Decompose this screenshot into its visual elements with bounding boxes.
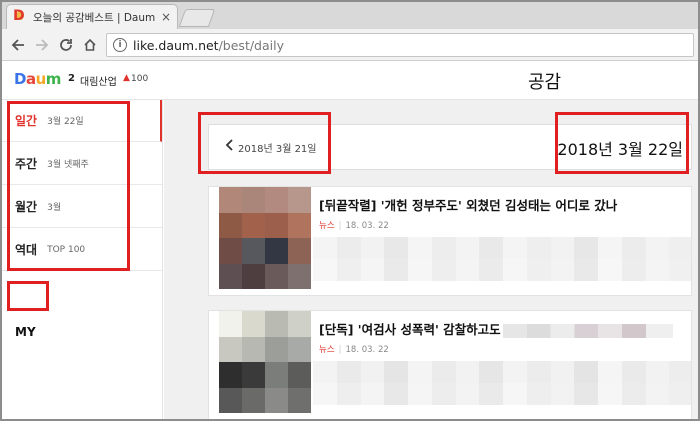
forward-button[interactable] bbox=[32, 35, 52, 55]
home-button[interactable] bbox=[80, 35, 100, 55]
sidebar-item-label: 일간 bbox=[15, 114, 38, 128]
article-card[interactable]: [뒤끝작렬] '개헌 정부주도' 외쳤던 김성태는 어디로 갔나 뉴스 | 18. … bbox=[208, 186, 692, 296]
rank-up-icon: ▲ bbox=[123, 73, 130, 83]
browser-toolbar: i like.daum.net /best/daily bbox=[2, 29, 698, 61]
home-icon bbox=[84, 38, 96, 51]
sidebar-item-sub: 3월 22일 bbox=[47, 117, 84, 127]
address-path: /best/daily bbox=[218, 37, 284, 53]
browser-tab[interactable]: D 오늘의 공감베스트 | Daum × bbox=[6, 4, 178, 29]
sidebar-item-sub: 3월 넷째주 bbox=[47, 160, 89, 170]
reload-button[interactable] bbox=[56, 35, 76, 55]
article-date: 18. 03. 22 bbox=[345, 221, 389, 231]
sidebar-item-daily[interactable]: 일간 3월 22일 bbox=[2, 100, 162, 142]
article-meta: 뉴스 | 18. 03. 22 bbox=[319, 221, 389, 231]
sidebar-item-monthly[interactable]: 월간 3월 bbox=[2, 186, 162, 228]
prev-date-link[interactable]: 2018년 3월 21일 bbox=[225, 139, 317, 155]
page-title: 공감 bbox=[528, 72, 562, 93]
prev-date-label: 2018년 3월 21일 bbox=[238, 143, 317, 155]
article-thumbnail[interactable] bbox=[219, 187, 311, 289]
address-host: like.daum.net bbox=[133, 37, 219, 53]
realtime-rank-keyword[interactable]: 대림산업 bbox=[80, 73, 117, 88]
article-meta: 뉴스 | 18. 03. 22 bbox=[319, 345, 389, 355]
chevron-left-icon bbox=[225, 139, 234, 155]
sidebar-item-my[interactable]: MY bbox=[15, 325, 36, 339]
article-date: 18. 03. 22 bbox=[345, 345, 389, 355]
period-sidebar: 일간 3월 22일 주간 3월 넷째주 월간 3월 역대 TOP 100 MY bbox=[2, 100, 163, 419]
back-button[interactable] bbox=[8, 35, 28, 55]
daum-favicon-icon: D bbox=[13, 8, 25, 24]
sidebar-item-label: 역대 bbox=[15, 243, 38, 257]
article-card[interactable]: [단독] '여검사 성폭력' 감찰하고도 뉴스 | 18. 03. 22 bbox=[208, 310, 692, 419]
arrow-left-icon bbox=[11, 39, 24, 51]
info-icon[interactable]: i bbox=[113, 38, 127, 52]
article-category[interactable]: 뉴스 bbox=[319, 345, 335, 355]
screenshot-frame: D 오늘의 공감베스트 | Daum × i like.daum.net /be… bbox=[0, 0, 700, 421]
tab-close-icon[interactable]: × bbox=[161, 10, 171, 24]
rank-change-value: 100 bbox=[131, 74, 149, 84]
sidebar-item-label: 월간 bbox=[15, 200, 38, 214]
sidebar-item-label: 주간 bbox=[15, 157, 38, 171]
sidebar-item-alltime[interactable]: 역대 TOP 100 bbox=[2, 229, 162, 271]
site-header: Daum 2 대림산업 ▲ 100 공감 bbox=[2, 62, 698, 100]
arrow-right-icon bbox=[36, 39, 49, 51]
article-title[interactable]: [뒤끝작렬] '개헌 정부주도' 외쳤던 김성태는 어디로 갔나 bbox=[319, 195, 617, 214]
article-category[interactable]: 뉴스 bbox=[319, 221, 335, 231]
blurred-preview bbox=[313, 237, 691, 281]
daum-logo[interactable]: Daum bbox=[14, 70, 61, 88]
web-page: Daum 2 대림산업 ▲ 100 공감 일간 3월 22일 주간 3월 넷째주… bbox=[2, 62, 698, 419]
main-content: 2018년 3월 21일 2018년 3월 22일 [뒤끝작렬] '개헌 정부주… bbox=[164, 100, 698, 419]
sidebar-item-sub: TOP 100 bbox=[47, 244, 86, 255]
sidebar-item-sub: 3월 bbox=[47, 203, 62, 213]
browser-tab-strip: D 오늘의 공감베스트 | Daum × bbox=[2, 2, 698, 29]
tab-title: 오늘의 공감베스트 | Daum bbox=[33, 11, 156, 24]
article-thumbnail[interactable] bbox=[219, 311, 311, 413]
blurred-preview bbox=[313, 361, 691, 405]
address-bar[interactable]: i like.daum.net /best/daily bbox=[106, 33, 694, 57]
sidebar-item-weekly[interactable]: 주간 3월 넷째주 bbox=[2, 143, 162, 185]
reload-icon bbox=[60, 39, 72, 51]
blurred-title-fragment bbox=[502, 323, 673, 338]
date-navigation: 2018년 3월 21일 2018년 3월 22일 bbox=[208, 124, 692, 170]
current-date: 2018년 3월 22일 bbox=[557, 140, 683, 159]
realtime-rank-number: 2 bbox=[68, 73, 75, 84]
new-tab-button[interactable] bbox=[178, 9, 216, 27]
article-title[interactable]: [단독] '여검사 성폭력' 감찰하고도 bbox=[319, 319, 673, 338]
